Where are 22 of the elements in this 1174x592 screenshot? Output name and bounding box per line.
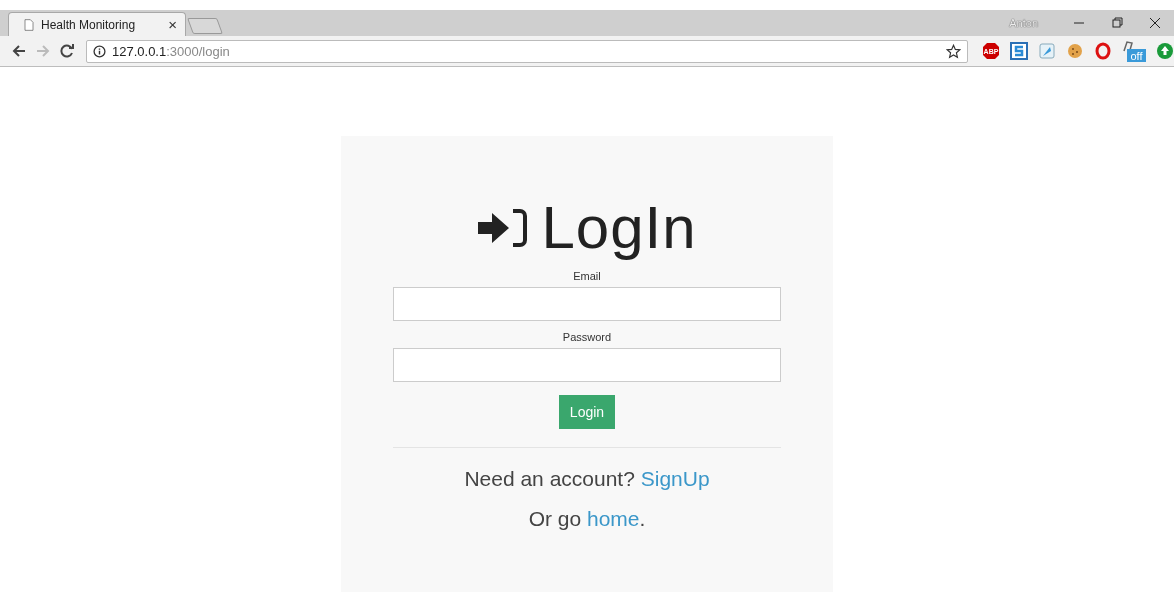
sign-in-icon <box>477 208 528 248</box>
ring-icon[interactable] <box>1094 42 1112 60</box>
field-label: Email <box>573 270 601 282</box>
input-field[interactable] <box>393 287 781 321</box>
input-field[interactable] <box>393 348 781 382</box>
cookie-icon[interactable] <box>1066 42 1084 60</box>
close-icon[interactable]: × <box>168 16 177 33</box>
url-text: 127.0.0.1:3000/login <box>112 43 231 59</box>
star-icon[interactable] <box>946 43 961 59</box>
page-icon <box>23 17 35 32</box>
signup-prompt: Need an account? SignUp <box>464 466 710 492</box>
reload-icon[interactable] <box>58 42 76 60</box>
info-icon[interactable] <box>93 44 106 58</box>
page-title: LogIn <box>541 196 697 260</box>
field-label: Password <box>562 331 612 343</box>
browser-tab[interactable]: Health Monitoring × <box>8 12 186 36</box>
login-button[interactable]: Login <box>559 395 615 429</box>
home-prompt: Or go home. <box>528 506 646 532</box>
tab-title: Health Monitoring <box>41 17 137 32</box>
address-bar[interactable]: 127.0.0.1:3000/login <box>86 39 968 63</box>
home-link[interactable]: home <box>587 507 640 530</box>
signup-link[interactable]: SignUp <box>640 467 710 490</box>
